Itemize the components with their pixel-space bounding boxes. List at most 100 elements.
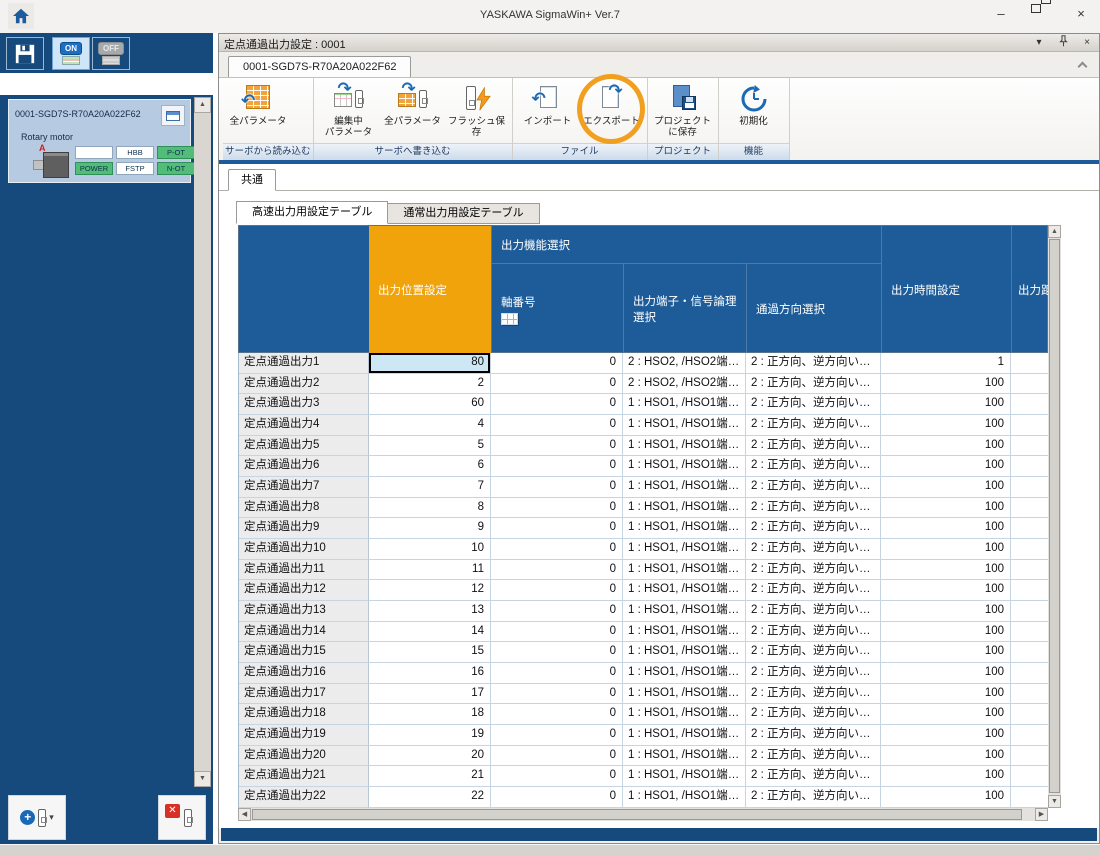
- vertical-scroll-thumb[interactable]: [1049, 239, 1060, 793]
- axis-number-cell[interactable]: 0: [491, 415, 623, 436]
- terminal-cell[interactable]: 1 : HSO1, /HSO1端…: [623, 415, 746, 436]
- time-cell[interactable]: 100: [881, 477, 1011, 498]
- direction-cell[interactable]: 2 : 正方向、逆方向い…: [746, 787, 881, 808]
- write-all-parameters-button[interactable]: ↷ 全パラメータ: [381, 80, 445, 141]
- scroll-left-arrow[interactable]: ◀: [238, 808, 251, 821]
- close-button[interactable]: ×: [1068, 4, 1094, 24]
- axis-number-cell[interactable]: 0: [491, 787, 623, 808]
- position-cell[interactable]: 80: [369, 353, 491, 374]
- row-label-cell[interactable]: 定点通過出力12: [239, 580, 369, 601]
- row-label-cell[interactable]: 定点通過出力4: [239, 415, 369, 436]
- terminal-cell[interactable]: 1 : HSO1, /HSO1端…: [623, 704, 746, 725]
- device-card[interactable]: 0001-SGD7S-R70A20A022F62 Rotary motor A …: [8, 99, 191, 183]
- export-button[interactable]: ↷ エクスポート: [580, 80, 644, 141]
- minimize-button[interactable]: –: [988, 4, 1014, 24]
- direction-cell[interactable]: 2 : 正方向、逆方向い…: [746, 684, 881, 705]
- position-cell[interactable]: 20: [369, 746, 491, 767]
- distance-cell[interactable]: [1011, 436, 1049, 457]
- distance-cell[interactable]: [1011, 353, 1049, 374]
- row-label-cell[interactable]: 定点通過出力21: [239, 766, 369, 787]
- direction-cell[interactable]: 2 : 正方向、逆方向い…: [746, 663, 881, 684]
- position-cell[interactable]: 15: [369, 642, 491, 663]
- save-to-project-button[interactable]: プロジェクト に保存: [651, 80, 715, 141]
- distance-cell[interactable]: [1011, 622, 1049, 643]
- table-vertical-scrollbar[interactable]: ▲ ▼: [1048, 225, 1061, 808]
- position-cell[interactable]: 2: [369, 374, 491, 395]
- position-cell[interactable]: 22: [369, 787, 491, 808]
- servo-off-button[interactable]: OFF: [92, 37, 130, 70]
- axis-number-cell[interactable]: 0: [491, 684, 623, 705]
- distance-cell[interactable]: [1011, 539, 1049, 560]
- row-label-cell[interactable]: 定点通過出力7: [239, 477, 369, 498]
- row-label-cell[interactable]: 定点通過出力14: [239, 622, 369, 643]
- terminal-cell[interactable]: 1 : HSO1, /HSO1端…: [623, 539, 746, 560]
- axis-number-cell[interactable]: 0: [491, 580, 623, 601]
- terminal-cell[interactable]: 1 : HSO1, /HSO1端…: [623, 456, 746, 477]
- distance-cell[interactable]: [1011, 663, 1049, 684]
- terminal-cell[interactable]: 1 : HSO1, /HSO1端…: [623, 766, 746, 787]
- row-label-cell[interactable]: 定点通過出力2: [239, 374, 369, 395]
- terminal-cell[interactable]: 1 : HSO1, /HSO1端…: [623, 622, 746, 643]
- header-axis-number[interactable]: 軸番号: [491, 264, 623, 354]
- position-cell[interactable]: 14: [369, 622, 491, 643]
- terminal-cell[interactable]: 2 : HSO2, /HSO2端…: [623, 353, 746, 374]
- position-cell[interactable]: 11: [369, 560, 491, 581]
- write-editing-parameters-button[interactable]: ↷ 編集中 パラメータ: [317, 80, 381, 141]
- time-cell[interactable]: 100: [881, 622, 1011, 643]
- axis-number-cell[interactable]: 0: [491, 560, 623, 581]
- row-label-cell[interactable]: 定点通過出力19: [239, 725, 369, 746]
- direction-cell[interactable]: 2 : 正方向、逆方向い…: [746, 498, 881, 519]
- scroll-down-arrow[interactable]: ▼: [194, 771, 211, 787]
- direction-cell[interactable]: 2 : 正方向、逆方向い…: [746, 642, 881, 663]
- distance-cell[interactable]: [1011, 498, 1049, 519]
- terminal-cell[interactable]: 1 : HSO1, /HSO1端…: [623, 436, 746, 457]
- direction-cell[interactable]: 2 : 正方向、逆方向い…: [746, 539, 881, 560]
- axis-number-cell[interactable]: 0: [491, 498, 623, 519]
- distance-cell[interactable]: [1011, 560, 1049, 581]
- panel-close-button[interactable]: ×: [1079, 35, 1095, 50]
- position-cell[interactable]: 21: [369, 766, 491, 787]
- distance-cell[interactable]: [1011, 518, 1049, 539]
- direction-cell[interactable]: 2 : 正方向、逆方向い…: [746, 766, 881, 787]
- position-cell[interactable]: 60: [369, 394, 491, 415]
- time-cell[interactable]: 100: [881, 560, 1011, 581]
- row-label-cell[interactable]: 定点通過出力9: [239, 518, 369, 539]
- terminal-cell[interactable]: 1 : HSO1, /HSO1端…: [623, 560, 746, 581]
- save-button[interactable]: [6, 37, 44, 70]
- time-cell[interactable]: 100: [881, 436, 1011, 457]
- distance-cell[interactable]: [1011, 580, 1049, 601]
- distance-cell[interactable]: [1011, 477, 1049, 498]
- time-cell[interactable]: 100: [881, 787, 1011, 808]
- direction-cell[interactable]: 2 : 正方向、逆方向い…: [746, 518, 881, 539]
- axis-number-cell[interactable]: 0: [491, 766, 623, 787]
- distance-cell[interactable]: [1011, 725, 1049, 746]
- position-cell[interactable]: 6: [369, 456, 491, 477]
- distance-cell[interactable]: [1011, 456, 1049, 477]
- position-cell[interactable]: 13: [369, 601, 491, 622]
- time-cell[interactable]: 100: [881, 415, 1011, 436]
- panel-menu-button[interactable]: ▾: [1031, 35, 1047, 50]
- position-cell[interactable]: 7: [369, 477, 491, 498]
- terminal-cell[interactable]: 2 : HSO2, /HSO2端…: [623, 374, 746, 395]
- direction-cell[interactable]: 2 : 正方向、逆方向い…: [746, 477, 881, 498]
- axis-number-cell[interactable]: 0: [491, 725, 623, 746]
- servo-on-button[interactable]: ON: [52, 37, 90, 70]
- time-cell[interactable]: 100: [881, 663, 1011, 684]
- row-label-cell[interactable]: 定点通過出力6: [239, 456, 369, 477]
- distance-cell[interactable]: [1011, 684, 1049, 705]
- axis-number-cell[interactable]: 0: [491, 746, 623, 767]
- time-cell[interactable]: 100: [881, 746, 1011, 767]
- sidebar-scrollbar[interactable]: ▲ ▼: [194, 97, 211, 787]
- time-cell[interactable]: 100: [881, 580, 1011, 601]
- header-output-time[interactable]: 出力時間設定: [881, 226, 1011, 354]
- axis-number-cell[interactable]: 0: [491, 622, 623, 643]
- direction-cell[interactable]: 2 : 正方向、逆方向い…: [746, 580, 881, 601]
- time-cell[interactable]: 100: [881, 374, 1011, 395]
- position-cell[interactable]: 4: [369, 415, 491, 436]
- time-cell[interactable]: 100: [881, 642, 1011, 663]
- axis-number-cell[interactable]: 0: [491, 394, 623, 415]
- position-cell[interactable]: 12: [369, 580, 491, 601]
- time-cell[interactable]: 100: [881, 539, 1011, 560]
- direction-cell[interactable]: 2 : 正方向、逆方向い…: [746, 456, 881, 477]
- distance-cell[interactable]: [1011, 642, 1049, 663]
